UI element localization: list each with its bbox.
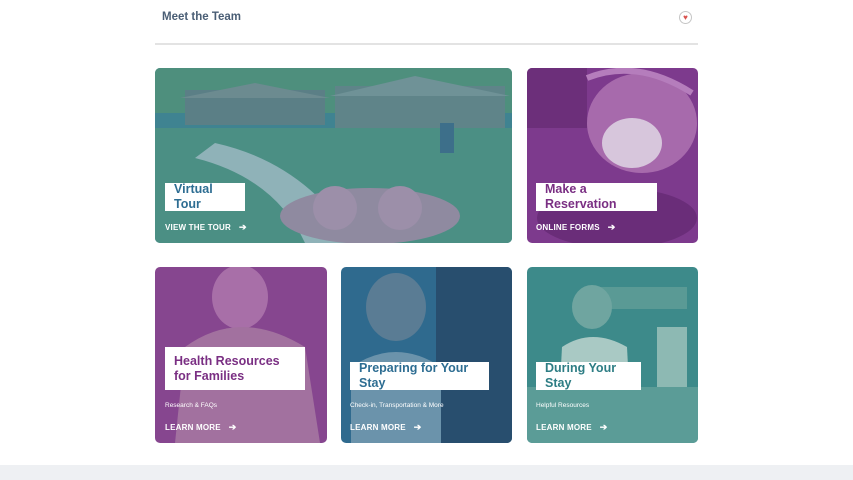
card-title: Virtual Tour (174, 182, 213, 211)
preparing-stay-card[interactable]: Preparing for Your Stay Check-in, Transp… (341, 267, 512, 443)
card-title: Preparing for Your Stay (359, 361, 469, 390)
card-title-box: During Your Stay (536, 361, 641, 390)
child-photo (527, 68, 698, 243)
learn-more-link[interactable]: LEARN MORE ➔ (165, 422, 237, 433)
card-subtitle: Check-in, Transportation & More (350, 402, 444, 409)
health-resources-card[interactable]: Health Resources for Families Research &… (155, 267, 327, 443)
cta-label: VIEW THE TOUR (165, 223, 232, 232)
campus-photo (155, 68, 512, 243)
arrow-right-icon: ➔ (228, 422, 237, 432)
learn-more-link[interactable]: LEARN MORE ➔ (350, 422, 422, 433)
arrow-right-icon: ➔ (413, 422, 422, 432)
section-title: Meet the Team (162, 11, 242, 23)
cta-label: ONLINE FORMS (536, 223, 600, 232)
cta-label: LEARN MORE (536, 423, 592, 432)
card-title-box: Virtual Tour (165, 182, 245, 211)
card-title-box: Health Resources for Families (165, 347, 305, 390)
arrow-right-icon: ➔ (599, 422, 608, 432)
classroom-photo (527, 267, 698, 443)
section-header: Meet the Team ♥ (155, 0, 698, 45)
heart-icon[interactable]: ♥ (679, 11, 692, 24)
arrow-right-icon: ➔ (607, 222, 616, 232)
card-title-box: Make a Reservation (536, 182, 657, 211)
learn-more-link[interactable]: LEARN MORE ➔ (536, 422, 608, 433)
card-title: Health Resources for Families (174, 353, 280, 383)
card-title: Make a Reservation (545, 182, 617, 211)
card-title: During Your Stay (545, 361, 617, 390)
card-subtitle: Helpful Resources (536, 402, 590, 409)
virtual-tour-card[interactable]: Virtual Tour VIEW THE TOUR ➔ (155, 68, 512, 243)
cta-label: LEARN MORE (350, 423, 406, 432)
online-forms-link[interactable]: ONLINE FORMS ➔ (536, 222, 615, 233)
make-reservation-card[interactable]: Make a Reservation ONLINE FORMS ➔ (527, 68, 698, 243)
footer-band (0, 465, 853, 480)
card-title-box: Preparing for Your Stay (350, 361, 489, 390)
during-stay-card[interactable]: During Your Stay Helpful Resources LEARN… (527, 267, 698, 443)
card-subtitle: Research & FAQs (165, 402, 218, 409)
arrow-right-icon: ➔ (239, 222, 247, 232)
view-tour-link[interactable]: VIEW THE TOUR ➔ (165, 222, 247, 233)
children-photo (341, 267, 512, 443)
cta-label: LEARN MORE (165, 423, 221, 432)
